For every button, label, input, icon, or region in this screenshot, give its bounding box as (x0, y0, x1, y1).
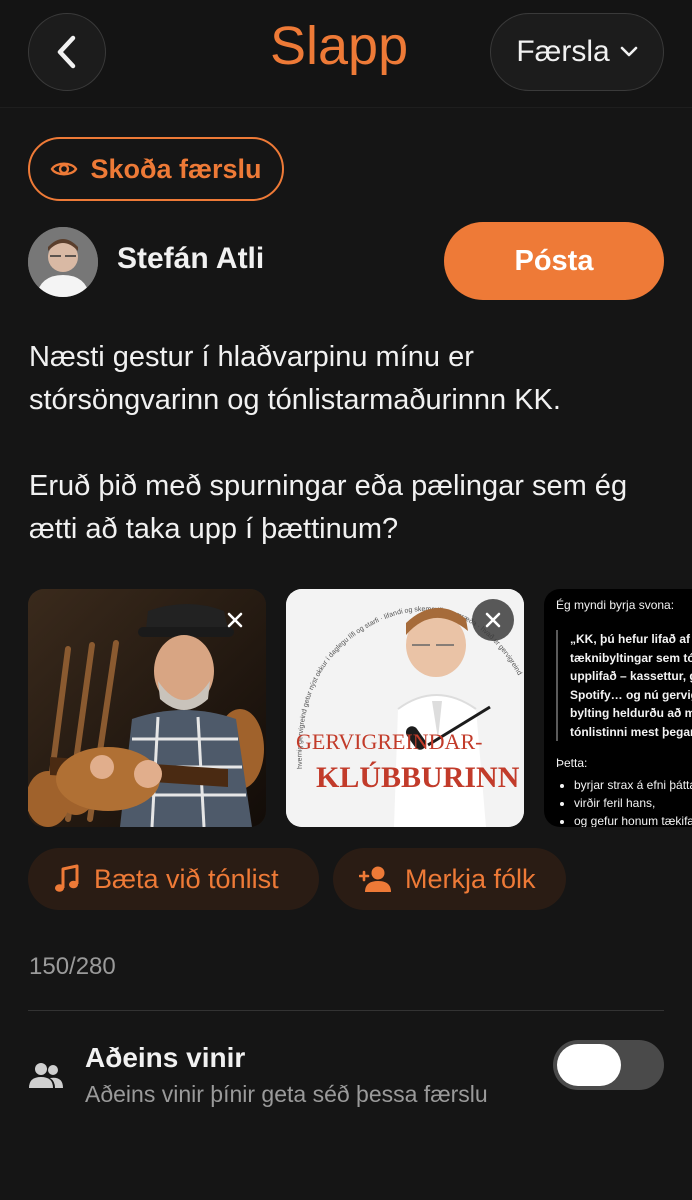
screenshot-quote: „KK, þú hefur lifað af all tæknibyltinga… (556, 630, 692, 741)
bullet-item: og gefur honum tækifæ (574, 812, 692, 827)
toggle-knob (557, 1044, 621, 1086)
svg-text:Slapp: Slapp (270, 16, 408, 76)
screenshot-after-label: Þetta: (556, 756, 588, 770)
attachment-photo[interactable] (28, 589, 266, 827)
svg-text:KLÚBBURINN: KLÚBBURINN (316, 761, 520, 794)
avatar (28, 227, 98, 297)
tag-people-label: Merkja fólk (405, 863, 536, 894)
close-icon (485, 612, 501, 628)
quote-line: Spotify… og nú gervigre (570, 687, 692, 702)
post-paragraph: Næsti gestur í hlaðvarpinu mínu er stórs… (29, 341, 561, 416)
attachment-podcast-cover[interactable]: hvernig gervigreind getur nýst okkur í d… (286, 589, 524, 827)
post-text-input[interactable]: Næsti gestur í hlaðvarpinu mínu er stórs… (29, 336, 669, 594)
friends-icon (29, 1063, 63, 1088)
bullet-item: virðir feril hans, (574, 794, 692, 812)
add-person-icon (359, 866, 391, 892)
bullet-item: byrjar strax á efni þátta (574, 776, 692, 794)
chevron-left-icon (57, 35, 76, 69)
screenshot-text: Ég myndi byrja svona: „KK, þú hefur lifa… (556, 597, 692, 827)
screenshot-bullets: byrjar strax á efni þátta virðir feril h… (574, 776, 692, 827)
divider (28, 1010, 664, 1011)
add-music-label: Bæta við tónlist (94, 863, 279, 894)
chevron-down-icon (620, 46, 637, 57)
add-music-button[interactable]: Bæta við tónlist (28, 848, 319, 910)
quote-line: upplifað – kassettur, gei (570, 669, 692, 683)
quote-line: tæknibyltingar sem tónl (570, 650, 692, 665)
svg-text:GERVIGREINDAR-: GERVIGREINDAR- (296, 729, 482, 754)
author-name: Stefán Atli (117, 242, 265, 275)
eye-icon (51, 162, 78, 176)
view-post-label: Skoða færslu (90, 153, 262, 184)
post-composer: Skoða færslu Stefán Atli Pósta Næsti ges… (0, 108, 692, 1200)
friends-only-description: Aðeins vinir þínir geta séð þessa færslu (85, 1081, 488, 1107)
post-paragraph: Eruð þið með spurningar eða pælingar sem… (29, 470, 628, 545)
quote-line: „KK, þú hefur lifað af all (570, 632, 692, 646)
friends-only-toggle[interactable] (553, 1040, 664, 1090)
tag-people-button[interactable]: Merkja fólk (333, 848, 566, 910)
remove-attachment-button[interactable] (472, 599, 514, 641)
quote-line: bylting heldurðu að mun (570, 706, 692, 720)
character-counter: 150/280 (29, 953, 116, 980)
post-type-dropdown[interactable]: Færsla (490, 13, 664, 91)
post-button[interactable]: Pósta (444, 222, 664, 300)
view-post-button[interactable]: Skoða færslu (28, 137, 284, 201)
top-bar: Slapp Færsla (0, 0, 692, 108)
close-icon (227, 612, 243, 628)
screenshot-intro: Ég myndi byrja svona: (556, 598, 675, 612)
music-note-icon (55, 864, 79, 892)
back-button[interactable] (28, 13, 106, 91)
friends-only-title: Aðeins vinir (85, 1042, 246, 1073)
remove-attachment-button[interactable] (214, 599, 256, 641)
slapp-logo: Slapp (270, 16, 408, 76)
quote-line: tónlistinni mest þegar u (570, 724, 692, 739)
attachment-text-screenshot[interactable]: Ég myndi byrja svona: „KK, þú hefur lifa… (544, 589, 692, 827)
post-type-label: Færsla (516, 35, 610, 68)
